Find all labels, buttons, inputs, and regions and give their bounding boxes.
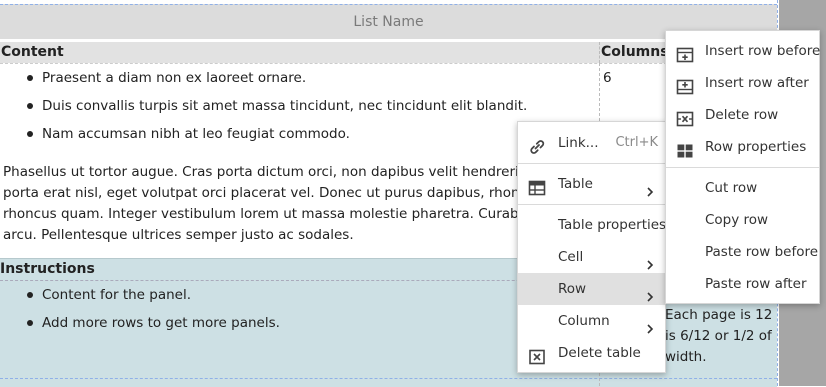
menu-item-label: Copy row xyxy=(705,212,769,228)
table-header-content[interactable]: Content xyxy=(0,42,599,63)
editor-bottom-border xyxy=(0,378,777,379)
columns-value[interactable]: 6 xyxy=(603,70,612,86)
menu-separator xyxy=(518,163,665,164)
menu-item-label: Row properties xyxy=(705,139,807,155)
list-item: Content for the panel. xyxy=(0,281,280,309)
menu-item-label: Table properties xyxy=(558,217,667,233)
delete-row-icon xyxy=(676,107,694,127)
chevron-right-icon xyxy=(644,283,656,302)
paragraph-line: rhoncus quam. Integer vestibulum lorem u… xyxy=(3,206,523,222)
menu-item-insert-row-before[interactable]: Insert row before xyxy=(666,35,821,67)
delete-table-icon xyxy=(528,345,546,365)
menu-item-label: Row xyxy=(558,281,587,297)
shortcut-label: Ctrl+K xyxy=(615,135,658,150)
chevron-right-icon xyxy=(644,251,656,270)
menu-item-table-properties[interactable]: Table properties xyxy=(518,209,667,241)
chevron-right-icon xyxy=(644,178,656,197)
menu-item-cut-row[interactable]: Cut row xyxy=(666,172,819,204)
menu-item-table[interactable]: Table xyxy=(518,168,665,200)
menu-item-paste-row-before[interactable]: Paste row before xyxy=(666,236,819,268)
menu-item-link[interactable]: Link... Ctrl+K xyxy=(518,127,665,159)
menu-item-cell[interactable]: Cell xyxy=(518,241,665,273)
instructions-bullet-list[interactable]: Content for the panel. Add more rows to … xyxy=(0,281,280,337)
link-icon xyxy=(528,135,546,154)
row-properties-icon xyxy=(676,139,694,158)
menu-item-column[interactable]: Column xyxy=(518,305,665,337)
paragraph-line: arcu. Pellentesque ultrices semper justo… xyxy=(3,227,354,243)
chevron-right-icon xyxy=(644,315,656,334)
text-line: is 6/12 or 1/2 of xyxy=(665,328,772,344)
menu-item-label: Insert row after xyxy=(705,75,809,91)
list-item: Praesent a diam non ex laoreet ornare. xyxy=(0,64,527,92)
list-name-heading[interactable]: List Name xyxy=(0,4,777,39)
menu-item-delete-table[interactable]: Delete table xyxy=(518,337,665,369)
menu-item-label: Cut row xyxy=(705,180,758,196)
insert-row-after-icon xyxy=(676,75,694,95)
insert-row-before-icon xyxy=(676,43,694,63)
menu-item-copy-row[interactable]: Copy row xyxy=(666,204,819,236)
menu-separator xyxy=(518,204,665,205)
menu-item-label: Table xyxy=(558,176,593,192)
menu-item-label: Insert row before xyxy=(705,43,821,59)
menu-item-row-properties[interactable]: Row properties xyxy=(666,131,819,163)
list-item: Add more rows to get more panels. xyxy=(0,309,280,337)
menu-item-label: Link... xyxy=(558,135,599,151)
menu-item-label: Paste row after xyxy=(705,276,807,292)
row-submenu: Insert row before Insert row after Delet… xyxy=(665,30,820,304)
list-item: Nam accumsan nibh at leo feugiat commodo… xyxy=(0,120,527,148)
menu-item-insert-row-after[interactable]: Insert row after xyxy=(666,67,819,99)
paragraph-line: porta erat nisl, eget volutpat orci plac… xyxy=(3,185,523,201)
menu-item-label: Paste row before xyxy=(705,244,819,260)
menu-separator xyxy=(666,167,819,168)
menu-item-label: Delete row xyxy=(705,107,779,123)
menu-item-paste-row-after[interactable]: Paste row after xyxy=(666,268,819,300)
content-paragraph[interactable]: Phasellus ut tortor augue. Cras porta di… xyxy=(3,162,523,246)
paragraph-line: Phasellus ut tortor augue. Cras porta di… xyxy=(3,164,523,180)
text-line: width. xyxy=(665,349,707,365)
text-line: Each page is 12 xyxy=(665,307,773,323)
content-bullet-list[interactable]: Praesent a diam non ex laoreet ornare. D… xyxy=(0,64,527,148)
menu-item-delete-row[interactable]: Delete row xyxy=(666,99,819,131)
menu-item-label: Delete table xyxy=(558,345,641,361)
menu-item-row[interactable]: Row xyxy=(518,273,665,305)
instructions-heading[interactable]: Instructions xyxy=(0,259,95,280)
columns-instructions-text[interactable]: Each page is 12 is 6/12 or 1/2 of width. xyxy=(665,305,772,368)
list-item: Duis convallis turpis sit amet massa tin… xyxy=(0,92,527,120)
table-icon xyxy=(528,176,546,196)
table-context-menu: Link... Ctrl+K Table Table properties Ce… xyxy=(517,121,666,373)
menu-item-label: Column xyxy=(558,313,610,329)
menu-item-label: Cell xyxy=(558,249,584,265)
